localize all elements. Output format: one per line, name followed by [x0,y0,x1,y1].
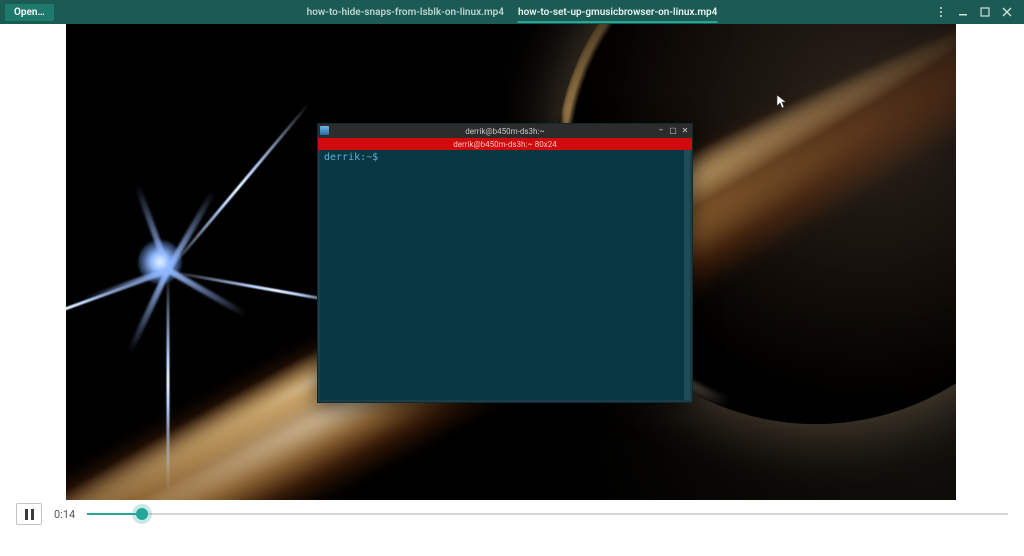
terminal-dimensions-label: derrik@b450m-ds3h:~ 80x24 [453,140,556,149]
terminal-prompt: derrik:~$ [320,150,684,165]
maximize-icon[interactable] [978,5,992,19]
seek-slider[interactable] [87,507,1008,521]
terminal-minimize-icon: – [656,125,666,135]
seek-fill [87,513,142,515]
terminal-menubar: derrik@b450m-ds3h:~ 80x24 [318,138,692,150]
video-stage: derrik@b450m-ds3h:~ – ▢ ✕ derrik@b450m-d… [0,24,1024,528]
terminal-body: derrik:~$ [320,150,684,400]
window-controls [934,5,1024,19]
document-tabs: how-to-hide-snaps-from-lsblk-on-linux.mp… [307,0,718,24]
app-header: Open… how-to-hide-snaps-from-lsblk-on-li… [0,0,1024,24]
terminal-title-text: derrik@b450m-ds3h:~ [465,127,545,136]
tab-video-1[interactable]: how-to-hide-snaps-from-lsblk-on-linux.mp… [307,3,504,22]
pause-icon [25,509,34,520]
seek-thumb[interactable] [136,508,148,520]
pause-button[interactable] [16,503,42,525]
player-controls: 0:14 [0,500,1024,528]
kebab-menu-icon[interactable] [934,5,948,19]
embedded-terminal-window: derrik@b450m-ds3h:~ – ▢ ✕ derrik@b450m-d… [317,123,693,403]
seek-rail [87,513,1008,515]
minimize-icon[interactable] [956,5,970,19]
terminal-window-controls: – ▢ ✕ [656,125,690,135]
terminal-titlebar: derrik@b450m-ds3h:~ – ▢ ✕ [318,124,692,138]
close-icon[interactable] [1000,5,1014,19]
terminal-scrollbar [684,150,690,400]
playback-time: 0:14 [54,508,75,521]
video-canvas[interactable]: derrik@b450m-ds3h:~ – ▢ ✕ derrik@b450m-d… [66,24,956,528]
terminal-maximize-icon: ▢ [668,125,678,135]
terminal-app-icon [320,126,329,135]
tab-video-2[interactable]: how-to-set-up-gmusicbrowser-on-linux.mp4 [518,3,717,22]
open-file-button[interactable]: Open… [4,3,55,22]
terminal-close-icon: ✕ [680,125,690,135]
